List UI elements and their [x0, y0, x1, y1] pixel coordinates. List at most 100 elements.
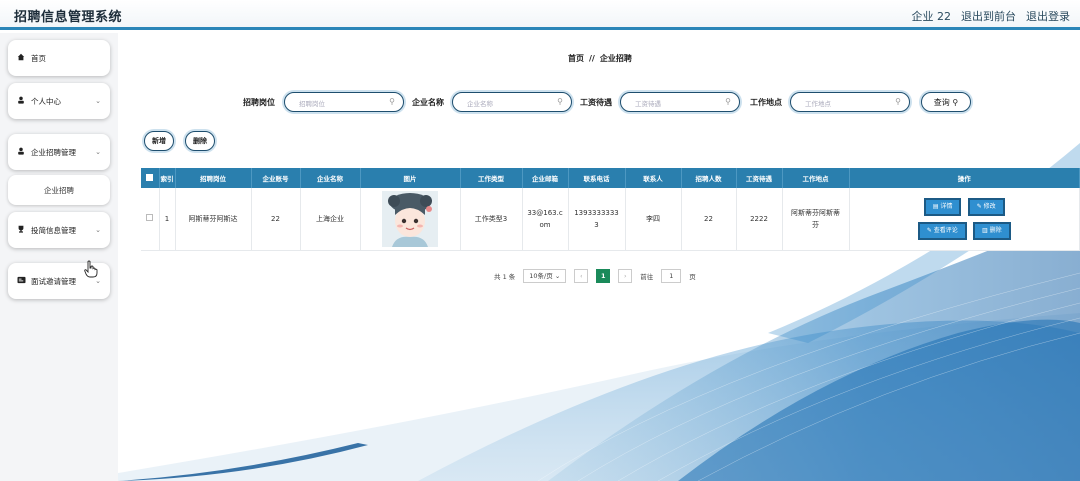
cell-phone: 13933333333 [568, 188, 626, 251]
trophy-icon [17, 225, 27, 235]
pencil-icon: ✎ [926, 226, 932, 234]
search-bar: 招聘岗位 招聘岗位 ⚲ 企业名称 企业名称 ⚲ 工资待遇 工资待遇 ⚲ 工作地点… [118, 92, 1080, 114]
back-to-frontend-link[interactable]: 退出到前台 [961, 8, 1016, 24]
detail-label: 详情 [940, 202, 953, 210]
sidebar-item-label: 个人中心 [31, 96, 61, 106]
view-comments-label: 查看评论 [933, 226, 958, 234]
top-links: 企业 22 退出到前台 退出登录 [912, 8, 1071, 24]
cell-location: 阿斯蒂芬阿斯蒂芬 [782, 188, 850, 251]
cell-salary: 2222 [736, 188, 783, 251]
col-phone: 联系电话 [568, 168, 626, 188]
search-input-salary[interactable]: 工资待遇 ⚲ [620, 92, 740, 112]
logout-link[interactable]: 退出登录 [1026, 8, 1070, 24]
sidebar-item-label: 投简信息管理 [31, 225, 76, 235]
sidebar-item-resume-management[interactable]: 投简信息管理 ⌄ [8, 212, 110, 248]
col-company: 企业名称 [300, 168, 361, 188]
sidebar-item-personal-center[interactable]: 个人中心 ⌄ [8, 83, 110, 119]
chevron-down-icon: ⌄ [95, 226, 101, 234]
search-input-position[interactable]: 招聘岗位 ⚲ [284, 92, 404, 112]
cell-job-type: 工作类型3 [460, 188, 523, 251]
search-placeholder: 企业名称 [467, 100, 493, 108]
search-icon: ⚲ [389, 97, 395, 106]
next-page-button[interactable]: › [618, 269, 633, 283]
col-salary: 工资待遇 [736, 168, 783, 188]
sidebar-item-label: 企业招聘 [44, 185, 74, 195]
current-user-link[interactable]: 企业 22 [912, 8, 952, 24]
col-job-type: 工作类型 [460, 168, 523, 188]
sidebar-item-label: 首页 [31, 53, 46, 63]
hand-cursor-icon [84, 260, 98, 282]
col-index: 索引 [159, 168, 176, 188]
chevron-down-icon: ⌄ [95, 148, 101, 156]
search-button-label: 查询 [933, 97, 950, 107]
breadcrumb-home[interactable]: 首页 [568, 54, 584, 63]
chevron-down-icon: ⌄ [554, 272, 561, 280]
edit-button[interactable]: ✎ 修改 [967, 197, 1005, 216]
sidebar-subitem-recruit[interactable]: 企业招聘 [8, 175, 110, 205]
breadcrumb-separator: // [589, 54, 595, 63]
pagination-total: 共 1 条 [494, 273, 516, 281]
col-email: 企业邮箱 [522, 168, 569, 188]
top-bar: 招聘信息管理系统 企业 22 退出到前台 退出登录 [0, 0, 1080, 30]
home-icon [17, 53, 27, 63]
cell-index: 1 [159, 188, 176, 251]
cell-position: 阿斯蒂芬阿斯达 [175, 188, 252, 251]
main-content: 首页 // 企业招聘 招聘岗位 招聘岗位 ⚲ 企业名称 企业名称 ⚲ 工资待遇 工资… [118, 33, 1080, 481]
search-icon: ⚲ [557, 97, 563, 106]
search-placeholder: 工作地点 [805, 100, 831, 108]
table-row: 1 阿斯蒂芬阿斯达 22 上海企业 工作类型3 33@163.com 13933… [141, 188, 1080, 251]
page-size-select[interactable]: 10条/页 ⌄ [523, 269, 567, 283]
cell-company: 上海企业 [300, 188, 361, 251]
row-checkbox[interactable] [141, 188, 160, 251]
search-placeholder: 招聘岗位 [299, 100, 325, 108]
cell-headcount: 22 [681, 188, 737, 251]
col-position: 招聘岗位 [175, 168, 252, 188]
edit-label: 修改 [983, 202, 996, 210]
detail-button[interactable]: ▤ 详情 [923, 197, 962, 216]
recruit-table: 索引 招聘岗位 企业账号 企业名称 图片 工作类型 企业邮箱 联系电话 联系人 … [141, 168, 1080, 251]
col-contact: 联系人 [625, 168, 682, 188]
trash-icon: ▥ [982, 226, 988, 234]
breadcrumb: 首页 // 企业招聘 [568, 53, 632, 64]
cell-email: 33@163.com [522, 188, 569, 251]
row-delete-button[interactable]: ▥ 删除 [973, 221, 1011, 240]
search-icon: ⚲ [952, 97, 959, 107]
search-input-location[interactable]: 工作地点 ⚲ [790, 92, 910, 112]
app-title: 招聘信息管理系统 [14, 10, 123, 25]
user-icon [17, 96, 27, 106]
search-icon: ⚲ [725, 97, 731, 106]
chevron-down-icon: ⌄ [95, 97, 101, 105]
search-icon: ⚲ [895, 97, 901, 106]
company-photo[interactable] [382, 190, 438, 247]
sidebar-item-label: 企业招聘管理 [31, 147, 76, 157]
search-input-company[interactable]: 企业名称 ⚲ [452, 92, 572, 112]
file-icon: ▤ [932, 202, 939, 210]
cell-contact: 李四 [625, 188, 682, 251]
col-operations: 操作 [849, 168, 1080, 188]
delete-button[interactable]: 删除 [185, 131, 215, 151]
view-comments-button[interactable]: ✎ 查看评论 [917, 221, 967, 240]
col-image: 图片 [360, 168, 461, 188]
row-delete-label: 删除 [989, 226, 1002, 234]
card-icon [17, 276, 27, 286]
cell-image [360, 188, 461, 251]
prev-page-button[interactable]: ‹ [574, 269, 589, 283]
search-placeholder: 工资待遇 [635, 100, 661, 108]
search-label-company: 企业名称 [412, 98, 444, 107]
search-button[interactable]: 查询 ⚲ [921, 92, 971, 112]
breadcrumb-current: 企业招聘 [599, 54, 632, 63]
goto-page-input[interactable]: 1 [661, 269, 682, 283]
col-location: 工作地点 [782, 168, 850, 188]
select-all-checkbox[interactable] [141, 168, 160, 188]
col-headcount: 招聘人数 [681, 168, 737, 188]
pagination: 共 1 条 10条/页 ⌄ ‹ 1 › 前往 1 页 [494, 269, 696, 283]
user-icon [17, 147, 27, 157]
search-label-salary: 工资待遇 [580, 98, 612, 107]
sidebar-item-recruit-management[interactable]: 企业招聘管理 ⌄ [8, 134, 110, 170]
sidebar: 首页 个人中心 ⌄ 企业招聘管理 ⌄ 企业招聘 投简信息管理 ⌄ 面试邀请管理 … [0, 33, 118, 481]
pencil-icon: ✎ [976, 202, 982, 210]
sidebar-item-home[interactable]: 首页 [8, 40, 110, 76]
add-button[interactable]: 新增 [144, 131, 174, 151]
col-account: 企业账号 [251, 168, 301, 188]
page-number-current[interactable]: 1 [596, 269, 611, 283]
